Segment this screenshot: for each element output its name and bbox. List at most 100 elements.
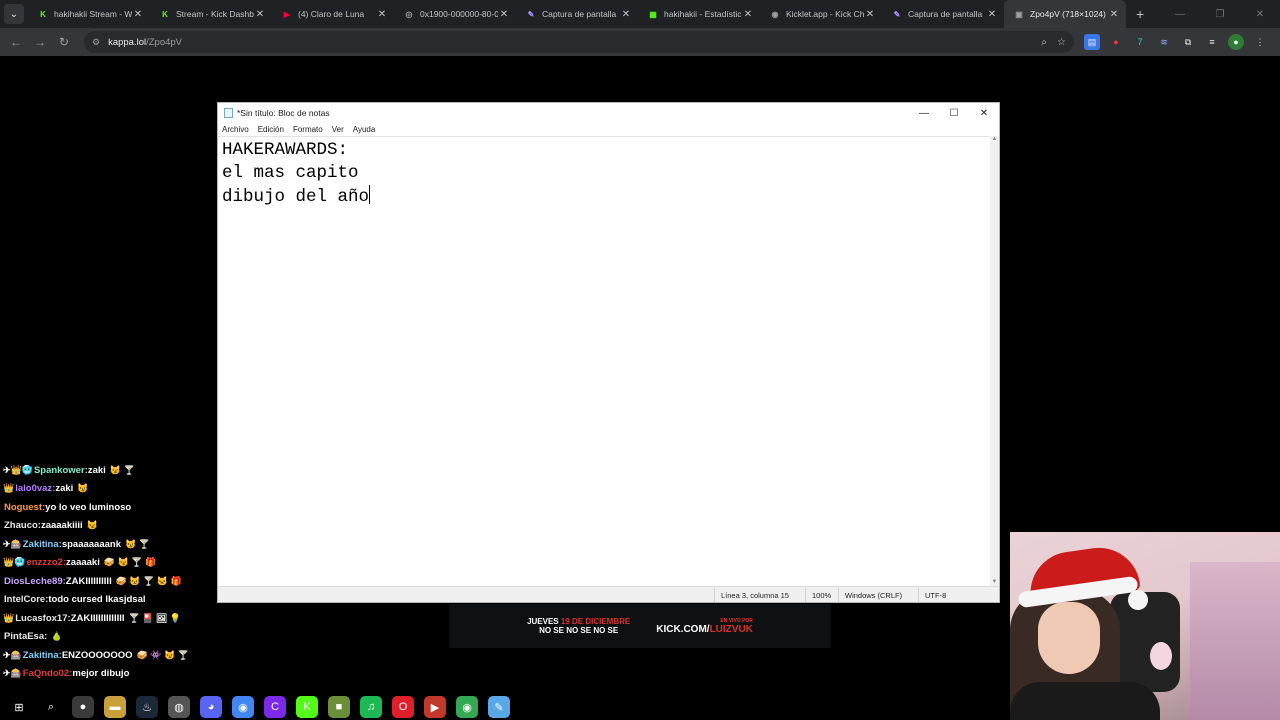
tab-search-icon[interactable]: ⌄: [4, 4, 24, 24]
status-line-ending: Windows (CRLF): [845, 591, 903, 600]
chat-text: zaaaakiiii: [40, 520, 83, 532]
tab-close-icon[interactable]: ✕: [132, 9, 144, 20]
chat-text: spaaaaaaank: [61, 538, 121, 550]
extension-record-icon[interactable]: ●: [1108, 34, 1124, 50]
tab-close-icon[interactable]: ✕: [742, 9, 754, 20]
menu-item-formato[interactable]: Formato: [293, 125, 323, 134]
chat-text: zaki: [87, 464, 106, 476]
status-cursor-position: Línea 3, columna 15: [721, 591, 789, 600]
banner-date: JUEVES 19 DE DICIEMBRE NO SE NO SE NO SE: [527, 617, 630, 635]
browser-tab[interactable]: ▣ Zpo4pV (718×1024) ✕: [1004, 0, 1126, 28]
chat-username: Noguest: [4, 501, 42, 513]
forward-icon[interactable]: →: [28, 30, 52, 54]
chrome-alt-icon[interactable]: ◉: [456, 696, 478, 718]
browser-tab[interactable]: ◎ 0x1900-000000-80-0 ✕: [394, 0, 516, 28]
chat-username: Lucasfox17: [15, 612, 68, 624]
browser-menu-icon[interactable]: ⋮: [1252, 34, 1268, 50]
tab-title: hakihakii Stream - W: [54, 9, 132, 19]
opera-icon[interactable]: O: [392, 696, 414, 718]
notepad-maximize-icon[interactable]: ☐: [939, 103, 969, 123]
browser-tab[interactable]: ▶ (4) Claro de Luna ✕: [272, 0, 394, 28]
notepad-minimize-icon[interactable]: —: [909, 103, 939, 123]
text-caret: [369, 185, 371, 204]
profile-avatar[interactable]: ●: [1228, 34, 1244, 50]
chat-text: todo cursed lkasjdsal: [48, 594, 146, 606]
search-icon[interactable]: ⌕: [40, 696, 62, 718]
canva-icon[interactable]: C: [264, 696, 286, 718]
chat-message: PintaEsa: 🍐: [3, 628, 218, 647]
site-info-icon[interactable]: ⚙: [92, 37, 100, 48]
maximize-icon[interactable]: ❐: [1200, 0, 1240, 28]
minimize-icon[interactable]: —: [1160, 0, 1200, 28]
notepad-text-area[interactable]: HAKERAWARDS: el mas capito dibujo del año: [218, 136, 991, 588]
menu-item-archivo[interactable]: Archivo: [222, 125, 249, 134]
notepad-app-icon: [224, 108, 233, 118]
chat-username: IntelCore: [4, 594, 46, 606]
tab-close-icon[interactable]: ✕: [864, 9, 876, 20]
chat-badges: ✈🎰: [3, 668, 22, 679]
chat-emotes: 😼: [86, 520, 98, 531]
banner-link-host: KICK.COM/: [656, 623, 710, 635]
notepad-status-bar: Línea 3, columna 15 100% Windows (CRLF) …: [218, 586, 999, 602]
extension-7tv-icon[interactable]: 7: [1132, 34, 1148, 50]
chrome-icon[interactable]: ◉: [232, 696, 254, 718]
chat-message: Noguest: yo lo veo luminoso: [3, 498, 218, 517]
notepad-scrollbar[interactable]: ▲ ▼: [990, 136, 999, 588]
notepad-icon[interactable]: ✎: [488, 696, 510, 718]
browser-tab-strip: ⌄ Khakihakii Stream - W ✕ K Stream - Kick D…: [0, 0, 1280, 28]
chat-emotes: 🍐: [51, 631, 63, 642]
browser-tab[interactable]: ◉ Kicklet.app - Kick Ch ✕: [760, 0, 882, 28]
kick-icon: K: [162, 9, 168, 19]
media-controls-icon[interactable]: ≡: [1204, 34, 1220, 50]
extensions-puzzle-icon[interactable]: ⧉: [1180, 34, 1196, 50]
browser-icon[interactable]: ◍: [168, 696, 190, 718]
new-tab-button[interactable]: +: [1136, 6, 1144, 22]
notepad-title-bar: *Sin título: Bloc de notas — ☐ ✕: [218, 103, 999, 123]
tab-title: 0x1900-000000-80-0: [420, 9, 498, 19]
notepad-close-icon[interactable]: ✕: [969, 103, 999, 123]
browser-tab[interactable]: K Stream - Kick Dashbo ✕: [150, 0, 272, 28]
chat-username: Spankower: [33, 464, 85, 476]
browser-tab[interactable]: ▦ hakihakii - Estadístic ✕: [638, 0, 760, 28]
spotify-icon[interactable]: ♫: [360, 696, 382, 718]
banner-link: EN VIVO POR KICK.COM/LUIZVUK: [656, 618, 753, 635]
back-icon[interactable]: ←: [4, 30, 28, 54]
tab-close-icon[interactable]: ✕: [986, 9, 998, 20]
menu-item-ayuda[interactable]: Ayuda: [353, 125, 376, 134]
scroll-up-icon[interactable]: ▲: [990, 136, 999, 145]
taskbar: ⊞ ⌕ ● ▬ ♨ ◍ ◕ ◉ C K ■ ♫ O ▶ ◉ ✎: [0, 694, 1010, 720]
tab-close-icon[interactable]: ✕: [376, 9, 388, 20]
kick-icon[interactable]: K: [296, 696, 318, 718]
extension-translate-icon[interactable]: ▤: [1084, 34, 1100, 50]
tab-title: Stream - Kick Dashbo: [176, 9, 254, 19]
banner-link-channel: LUIZVUK: [709, 623, 753, 635]
zoom-icon[interactable]: ⌕: [1041, 37, 1047, 48]
background-shelf: [1190, 562, 1280, 720]
tab-close-icon[interactable]: ✕: [254, 9, 266, 20]
browser-tab[interactable]: Khakihakii Stream - W ✕: [28, 0, 150, 28]
webcam-feed: [1010, 532, 1280, 720]
menu-item-edición[interactable]: Edición: [258, 125, 284, 134]
browser-tab[interactable]: ✎ Captura de pantalla ✕: [516, 0, 638, 28]
tab-close-icon[interactable]: ✕: [1108, 9, 1120, 20]
browser-tab[interactable]: ✎ Captura de pantalla ✕: [882, 0, 1004, 28]
close-icon[interactable]: ✕: [1240, 0, 1280, 28]
text-line: HAKERAWARDS:: [222, 139, 987, 162]
explorer-icon[interactable]: ▬: [104, 696, 126, 718]
start-icon[interactable]: ⊞: [8, 696, 30, 718]
discord-icon[interactable]: ◕: [200, 696, 222, 718]
video-icon[interactable]: ▶: [424, 696, 446, 718]
chat-text: mejor dibujo: [72, 668, 130, 680]
chat-message: ✈🎰 Zakitina: spaaaaaaank 😼 🍸: [3, 535, 218, 554]
steam-icon[interactable]: ♨: [136, 696, 158, 718]
menu-item-ver[interactable]: Ver: [332, 125, 344, 134]
tab-close-icon[interactable]: ✕: [620, 9, 632, 20]
address-bar[interactable]: ⚙ kappa.lol/Zpo4pV ⌕ ☆: [84, 31, 1074, 53]
minecraft-icon[interactable]: ■: [328, 696, 350, 718]
reload-icon[interactable]: ↻: [52, 30, 76, 54]
stream-chat-overlay: ✈👑🥶 Spankower: zaki 😼 🍸 👑 lalo0vaz: zaki 😼 Nog…: [3, 461, 218, 683]
tab-close-icon[interactable]: ✕: [498, 9, 510, 20]
bookmark-star-icon[interactable]: ☆: [1057, 37, 1066, 48]
extension-wave-icon[interactable]: ≋: [1156, 34, 1172, 50]
obs-icon[interactable]: ●: [72, 696, 94, 718]
